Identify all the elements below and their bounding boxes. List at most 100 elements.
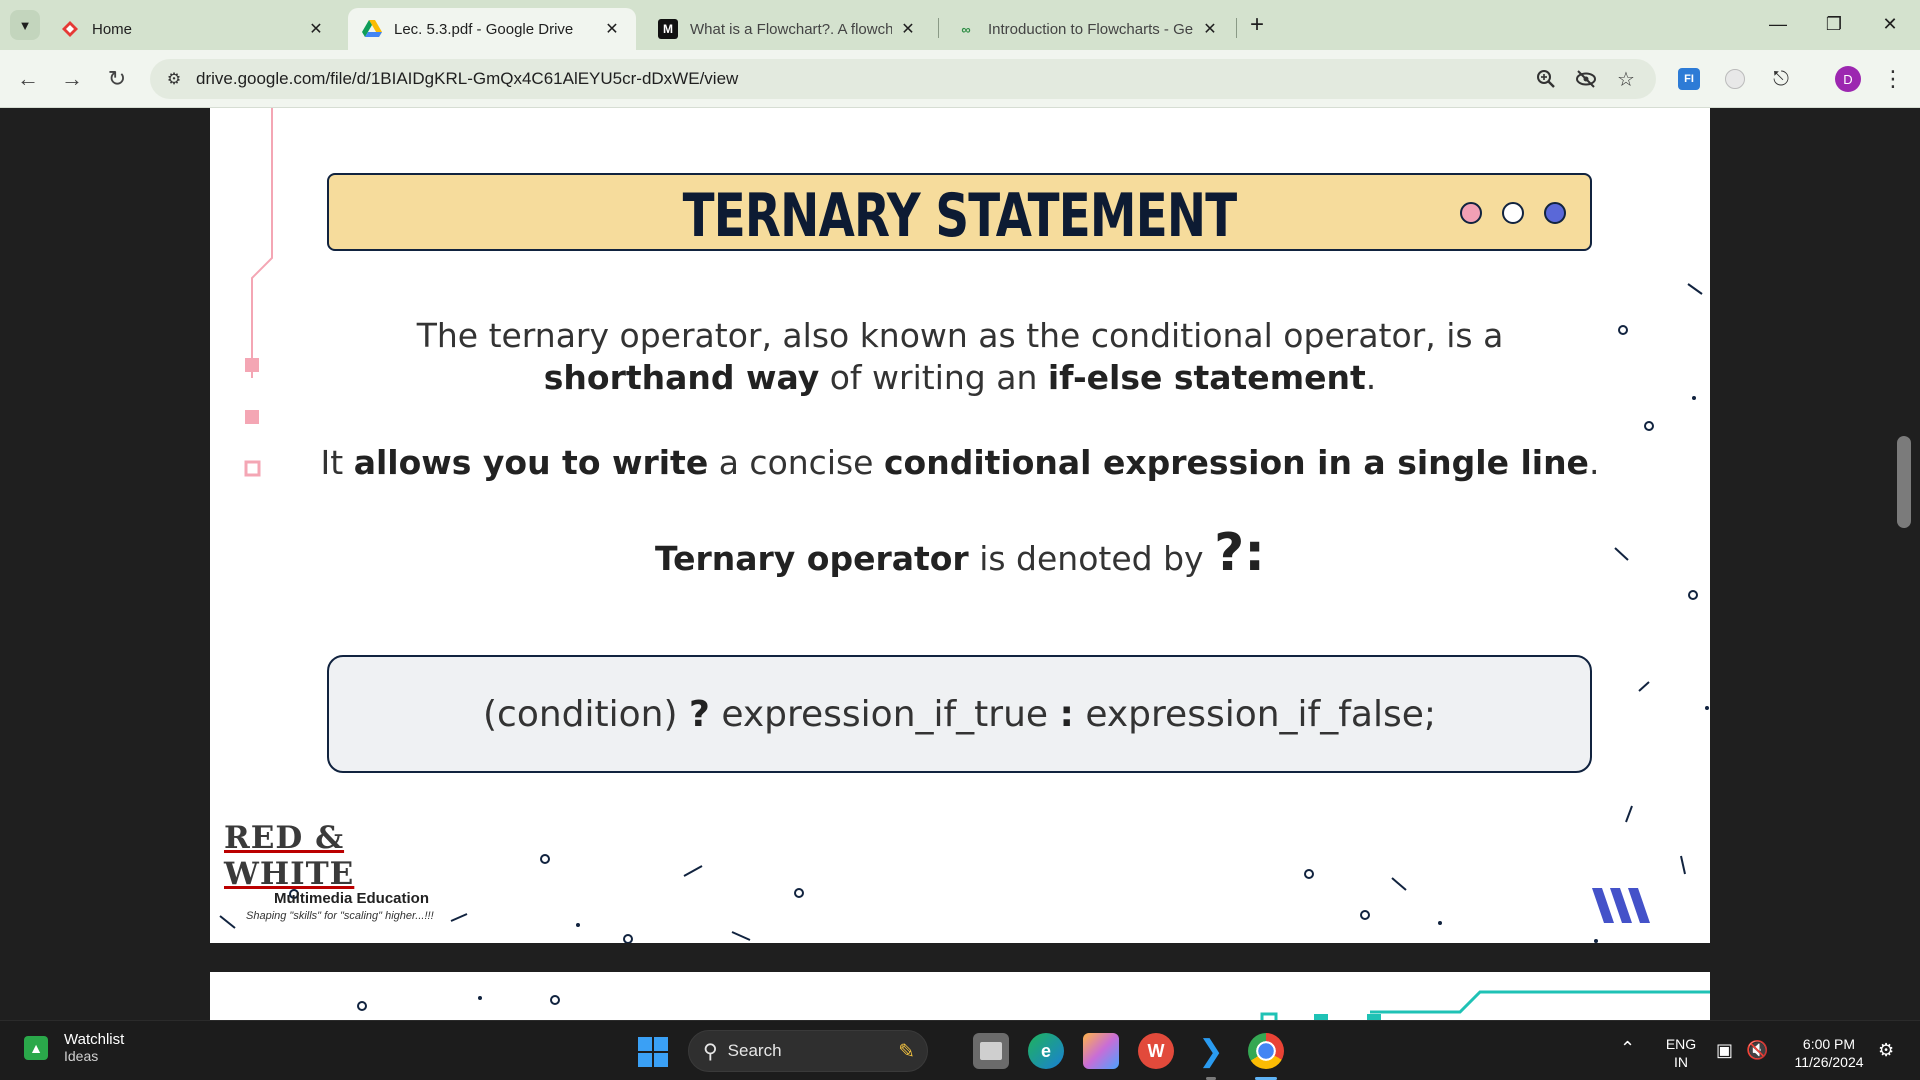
- bold-text: Ternary operator: [654, 539, 969, 578]
- task-view-icon[interactable]: [973, 1033, 1009, 1069]
- plain-text: is denoted by: [968, 539, 1215, 578]
- more-menu-icon[interactable]: ⋮: [1880, 64, 1906, 94]
- bold-text: shorthand way: [543, 358, 820, 397]
- stock-watchlist-icon: ▲: [24, 1035, 48, 1060]
- volume-muted-icon[interactable]: 🔇: [1746, 1041, 1768, 1059]
- zoom-icon[interactable]: [1532, 65, 1560, 93]
- arrow-right-icon: →: [61, 66, 83, 91]
- windows-taskbar: ▲ Watchlist Ideas ⚲ Search ✎ e W ❯ ⌃ ENG…: [0, 1020, 1920, 1080]
- syntax-box: (condition) ? expression_if_true : expre…: [327, 655, 1592, 773]
- pdf-page-next: [210, 972, 1710, 1020]
- close-icon[interactable]: ✕: [306, 19, 326, 39]
- site-info-icon[interactable]: ⚙: [160, 69, 188, 89]
- chevron-up-icon[interactable]: ⌃: [1620, 1039, 1635, 1057]
- viewer-scrollbar[interactable]: [1897, 436, 1911, 528]
- copilot-icon[interactable]: [1083, 1033, 1119, 1069]
- medium-icon: M: [658, 19, 678, 39]
- back-button[interactable]: ←: [12, 63, 44, 95]
- tab-search-button[interactable]: ▼: [10, 10, 40, 40]
- operator-paragraph: Ternary operator is denoted by ?:: [210, 527, 1710, 580]
- tab-title: Introduction to Flowcharts - Ge: [988, 20, 1194, 38]
- widgets-button[interactable]: ▲ Watchlist Ideas: [24, 1031, 124, 1064]
- search-icon: ⚲: [703, 1040, 718, 1063]
- tab-google-drive[interactable]: Lec. 5.3.pdf - Google Drive ✕: [348, 8, 636, 50]
- tab-title: Lec. 5.3.pdf - Google Drive: [394, 20, 574, 38]
- eye-off-icon[interactable]: [1572, 65, 1600, 93]
- browser-toolbar: ← → ↻ ⚙ drive.google.com/file/d/1BIAIDgK…: [0, 50, 1920, 108]
- forward-button[interactable]: →: [56, 63, 88, 95]
- plain-text: .: [1365, 358, 1377, 397]
- taskbar-search[interactable]: ⚲ Search ✎: [688, 1030, 928, 1072]
- tab-strip: ▼ Home ✕ Lec. 5.3.pdf - Google Drive ✕ M…: [0, 0, 1920, 50]
- tab-flowchart-medium[interactable]: M What is a Flowchart?. A flowcha ✕: [644, 8, 932, 50]
- edge-browser-icon[interactable]: e: [1028, 1033, 1064, 1069]
- extension-fi-icon[interactable]: FI: [1674, 64, 1704, 94]
- widget-subtitle: Ideas: [64, 1048, 99, 1064]
- chrome-icon[interactable]: [1248, 1033, 1284, 1069]
- logo-subtitle: Multimedia Education: [274, 890, 430, 907]
- slide-title: TERNARY STATEMENT: [682, 181, 1238, 251]
- minimize-button[interactable]: —: [1750, 8, 1806, 40]
- reload-icon: ↻: [107, 66, 127, 91]
- plus-icon: +: [1249, 11, 1264, 38]
- tab-flowchart-geeks[interactable]: ∞ Introduction to Flowcharts - Ge ✕: [942, 8, 1234, 50]
- slide-title-banner: TERNARY STATEMENT: [327, 173, 1592, 251]
- close-icon[interactable]: ✕: [1200, 19, 1220, 39]
- close-icon[interactable]: ✕: [898, 19, 918, 39]
- new-tab-button[interactable]: +: [1244, 11, 1270, 38]
- pencil-doodle-icon: ✎: [898, 1040, 915, 1063]
- clock[interactable]: 6:00 PM 11/26/2024: [1784, 1035, 1874, 1071]
- plain-text: of writing an: [819, 358, 1048, 397]
- tab-separator: [1236, 18, 1237, 38]
- decorative-circuit-lines: [357, 990, 1710, 1020]
- extension-face-icon[interactable]: [1720, 64, 1750, 94]
- blue-dot-icon: [1544, 202, 1566, 224]
- search-placeholder: Search: [727, 1041, 782, 1060]
- tab-title: What is a Flowchart?. A flowcha: [690, 20, 892, 38]
- address-bar[interactable]: ⚙ drive.google.com/file/d/1BIAIDgKRL-GmQ…: [150, 59, 1656, 99]
- tab-home[interactable]: Home ✕: [46, 8, 340, 50]
- network-icon[interactable]: ▣: [1716, 1041, 1733, 1059]
- definition-paragraph: The ternary operator, also known as the …: [210, 315, 1710, 399]
- profile-avatar[interactable]: D: [1835, 66, 1861, 92]
- start-button[interactable]: [638, 1037, 668, 1067]
- restore-button[interactable]: ❐: [1806, 8, 1862, 40]
- syntax-text: (condition) ? expression_if_true : expre…: [483, 693, 1436, 735]
- notifications-icon[interactable]: ⚙: [1878, 1041, 1894, 1059]
- plain-text: It: [320, 443, 354, 482]
- chevron-down-icon: ▼: [18, 17, 32, 33]
- pdf-viewer: TERNARY STATEMENT The ternary operator, …: [0, 108, 1920, 1020]
- url-text[interactable]: drive.google.com/file/d/1BIAIDgKRL-GmQx4…: [196, 69, 738, 89]
- language-indicator[interactable]: ENG IN: [1664, 1035, 1698, 1071]
- concise-paragraph: It allows you to write a concise conditi…: [210, 442, 1710, 484]
- wps-office-icon[interactable]: W: [1138, 1033, 1174, 1069]
- ternary-symbol: ?:: [1214, 523, 1266, 583]
- definition-line-2: shorthand way of writing an if-else stat…: [210, 357, 1710, 399]
- clock-time: 6:00 PM: [1802, 1036, 1856, 1052]
- restore-icon: ❐: [1825, 13, 1843, 34]
- windows-logo-icon: [638, 1037, 652, 1051]
- logo-tagline: Shaping "skills" for "scaling" higher...…: [246, 910, 434, 922]
- red-white-logo: RED & WHITE Multimedia Education Shaping…: [224, 820, 484, 922]
- extensions-puzzle-icon[interactable]: ⎋: [1766, 64, 1796, 94]
- close-window-button[interactable]: ✕: [1862, 8, 1918, 40]
- widget-title: Watchlist: [64, 1031, 125, 1048]
- region-code: IN: [1674, 1054, 1688, 1070]
- bold-text: allows you to write: [353, 443, 709, 482]
- pink-dot-icon: [1460, 202, 1482, 224]
- google-drive-icon: [362, 19, 382, 39]
- logo-name: RED & WHITE: [224, 820, 355, 892]
- language-code: ENG: [1665, 1036, 1697, 1052]
- close-icon[interactable]: ✕: [602, 19, 622, 39]
- bookmark-star-icon[interactable]: ☆: [1612, 65, 1640, 93]
- definition-line-1: The ternary operator, also known as the …: [416, 316, 1504, 355]
- tab-separator: [938, 18, 939, 38]
- tab-title: Home: [92, 20, 133, 38]
- plain-text: .: [1588, 443, 1600, 482]
- vscode-icon[interactable]: ❯: [1193, 1033, 1229, 1069]
- reload-button[interactable]: ↻: [101, 63, 133, 95]
- minimize-icon: —: [1769, 13, 1787, 34]
- bold-text: conditional expression in a single line: [883, 443, 1589, 482]
- pdf-page: TERNARY STATEMENT The ternary operator, …: [210, 108, 1710, 943]
- geeksforgeeks-icon: ∞: [961, 21, 971, 37]
